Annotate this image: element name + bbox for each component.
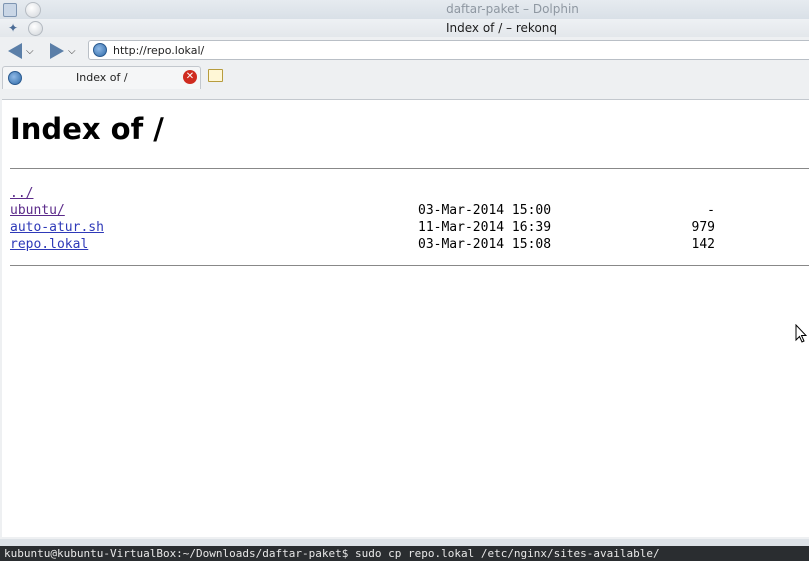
file-link[interactable]: repo.lokal — [10, 237, 88, 252]
panel-divider — [0, 539, 809, 546]
globe-icon — [93, 43, 107, 57]
url-text[interactable]: http://repo.lokal/ — [113, 44, 204, 57]
new-tab-icon[interactable] — [208, 69, 223, 82]
mouse-cursor-icon — [795, 324, 807, 343]
tab-bar: Index of / ✕ — [0, 64, 809, 89]
page-content: Index of / ../ ubuntu/ 03-Mar-2014 15:00… — [2, 99, 809, 537]
file-size: - — [707, 203, 715, 218]
back-button[interactable]: ⌵ — [8, 43, 34, 59]
dolphin-titlebar: daftar-paket – Dolphin — [0, 0, 809, 19]
file-size: 979 — [691, 220, 715, 235]
chevron-down-icon[interactable]: ⌵ — [26, 46, 34, 57]
file-date: 03-Mar-2014 15:08 — [418, 237, 552, 252]
forward-button[interactable]: ⌵ — [50, 43, 76, 59]
terminal-line[interactable]: kubuntu@kubuntu-VirtualBox:~/Downloads/d… — [0, 546, 809, 561]
file-link[interactable]: auto-atur.sh — [10, 220, 104, 235]
list-item: auto-atur.sh 11-Mar-2014 16:39 979 — [10, 220, 770, 237]
tab-label: Index of / — [76, 71, 128, 84]
url-bar[interactable]: http://repo.lokal/ — [88, 40, 809, 60]
close-tab-icon[interactable]: ✕ — [183, 70, 197, 84]
globe-icon — [8, 71, 22, 85]
window-title: Index of / – rekonq — [445, 21, 558, 35]
divider-bottom — [10, 265, 809, 266]
dolphin-title: daftar-paket – Dolphin — [446, 2, 579, 16]
list-item: repo.lokal 03-Mar-2014 15:08 142 — [10, 237, 770, 254]
screen: daftar-paket – Dolphin ✦ Index of / – re… — [0, 0, 809, 561]
page-title: Index of / — [10, 112, 164, 146]
divider-top — [10, 168, 809, 169]
file-size: 142 — [691, 237, 715, 252]
tab-index[interactable]: Index of / ✕ — [2, 66, 201, 89]
file-date: 11-Mar-2014 16:39 — [418, 220, 552, 235]
directory-listing: ../ ubuntu/ 03-Mar-2014 15:00 - auto-atu… — [10, 186, 770, 254]
file-link[interactable]: ubuntu/ — [10, 203, 65, 218]
file-date: 03-Mar-2014 15:00 — [418, 203, 552, 218]
navigation-toolbar: ⌵ ⌵ http://repo.lokal/ — [0, 37, 809, 64]
chevron-down-icon[interactable]: ⌵ — [68, 46, 76, 57]
forward-arrow-icon — [50, 43, 64, 59]
list-item: ubuntu/ 03-Mar-2014 15:00 - — [10, 203, 770, 220]
list-item: ../ — [10, 186, 770, 203]
parent-directory-link[interactable]: ../ — [10, 186, 33, 201]
back-arrow-icon — [8, 43, 22, 59]
rekonq-titlebar: ✦ Index of / – rekonq — [0, 19, 809, 37]
